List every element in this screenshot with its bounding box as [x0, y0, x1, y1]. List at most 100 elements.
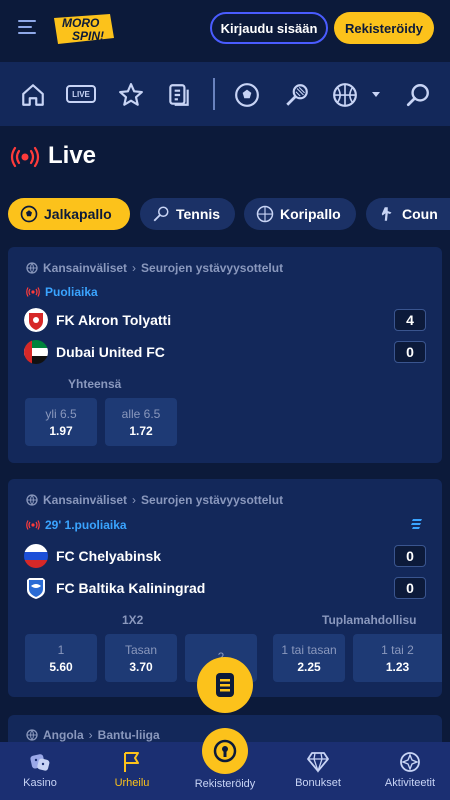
- odds-value: 1.97: [49, 423, 73, 438]
- away-team: FC Baltika Kaliningrad: [24, 576, 205, 600]
- tab-counter-strike[interactable]: Coun: [366, 198, 450, 230]
- nav-label: Aktiviteetit: [384, 777, 436, 789]
- breadcrumb: Kansainväliset › Seurojen ystävyysottelu…: [26, 493, 283, 507]
- search-icon[interactable]: [405, 82, 431, 108]
- breadcrumb: Kansainväliset › Seurojen ystävyysottelu…: [26, 261, 283, 275]
- nav-label: Urheilu: [114, 777, 150, 789]
- score-box: 0: [394, 341, 426, 363]
- home-icon[interactable]: [20, 82, 46, 108]
- live-nav-badge[interactable]: LIVE: [66, 85, 96, 103]
- odds-button[interactable]: alle 6.5 1.72: [105, 398, 177, 446]
- nav-item-casino[interactable]: Kasino: [0, 742, 80, 800]
- logo-text-1: MORO: [62, 16, 100, 30]
- breadcrumb-separator: ›: [132, 261, 137, 275]
- register-button[interactable]: Rekisteröidy: [334, 12, 434, 44]
- team-name: FK Akron Tolyatti: [56, 312, 172, 328]
- stats-icon[interactable]: [410, 517, 424, 531]
- login-button[interactable]: Kirjaudu sisään: [210, 12, 328, 44]
- status-text: Puoliaika: [45, 285, 98, 299]
- market-label: Tuplamahdollisu: [322, 613, 417, 627]
- odds-button[interactable]: 1 tai tasan 2.25: [273, 634, 345, 682]
- league-label: Seurojen ystävyysottelut: [141, 261, 284, 275]
- home-team: FK Akron Tolyatti: [24, 308, 171, 332]
- logo[interactable]: MORO SPIN!: [50, 12, 116, 46]
- globe-icon: [26, 494, 38, 506]
- chevron-down-icon[interactable]: [371, 91, 381, 99]
- tab-label: Tennis: [176, 206, 221, 222]
- team-crest-icon: [27, 578, 45, 599]
- live-broadcast-icon: [26, 520, 40, 530]
- market-label: Yhteensä: [68, 377, 122, 391]
- logo-graphic: MORO SPIN!: [54, 14, 114, 44]
- football-icon: [20, 205, 38, 223]
- nav-label: Rekisteröidy: [194, 778, 256, 790]
- football-icon[interactable]: [234, 82, 260, 108]
- tab-basketball[interactable]: Koripallo: [244, 198, 356, 230]
- uae-flag-icon: [24, 340, 48, 364]
- team-name: FC Chelyabinsk: [56, 548, 162, 564]
- tab-label: Jalkapallo: [44, 206, 112, 222]
- team-crest-icon: [24, 308, 48, 332]
- region-label: Kansainväliset: [43, 493, 128, 507]
- breadcrumb-separator: ›: [132, 493, 137, 507]
- russia-flag-icon: [24, 544, 48, 568]
- betslip-float-button[interactable]: [197, 657, 253, 713]
- odds-label: 1 tai tasan: [281, 642, 337, 657]
- register-circle: [202, 728, 248, 774]
- betslip-icon[interactable]: [166, 82, 192, 108]
- tab-football[interactable]: Jalkapallo: [8, 198, 130, 230]
- globe-icon: [26, 262, 38, 274]
- match-card[interactable]: Kansainväliset › Seurojen ystävyysottelu…: [8, 247, 442, 463]
- odds-value: 3.70: [129, 659, 153, 674]
- nav-label: Kasino: [23, 777, 57, 789]
- tab-label: Coun: [402, 206, 438, 222]
- activity-icon: [400, 752, 420, 772]
- globe-icon: [26, 729, 38, 741]
- tab-tennis[interactable]: Tennis: [140, 198, 235, 230]
- top-header: MORO SPIN! Kirjaudu sisään Rekisteröidy: [0, 0, 450, 62]
- nav-item-sports[interactable]: Urheilu: [92, 742, 172, 800]
- odds-button[interactable]: 1 5.60: [25, 634, 97, 682]
- odds-label: yli 6.5: [45, 406, 77, 421]
- page-title: Live: [48, 142, 97, 169]
- flag-icon: [124, 752, 139, 772]
- odds-value: 1.72: [129, 423, 153, 438]
- status-text: 29' 1.puoliaika: [45, 518, 127, 532]
- tennis-icon: [153, 206, 169, 222]
- tab-label: Koripallo: [280, 206, 341, 222]
- basketball-icon[interactable]: [332, 82, 358, 108]
- live-broadcast-icon: [10, 146, 40, 168]
- market-label: 1X2: [122, 613, 144, 627]
- match-status: Puoliaika: [26, 285, 98, 299]
- betslip-icon: [216, 673, 234, 697]
- nav-item-register[interactable]: Rekisteröidy: [185, 728, 265, 800]
- region-label: Kansainväliset: [43, 261, 128, 275]
- score-box: 0: [394, 545, 426, 567]
- odds-button[interactable]: yli 6.5 1.97: [25, 398, 97, 446]
- basketball-icon: [256, 205, 274, 223]
- tennis-icon[interactable]: [284, 82, 310, 108]
- esports-icon: [381, 207, 392, 221]
- score-box: 4: [394, 309, 426, 331]
- odds-button[interactable]: 1 tai 2 1.23: [353, 634, 442, 682]
- logo-text-2: SPIN!: [72, 29, 104, 43]
- region-label: Angola: [43, 728, 84, 742]
- odds-value: 2.25: [297, 659, 321, 674]
- menu-icon[interactable]: [18, 20, 38, 36]
- odds-button[interactable]: Tasan 3.70: [105, 634, 177, 682]
- league-label: Seurojen ystävyysottelut: [141, 493, 284, 507]
- star-icon[interactable]: [118, 82, 144, 108]
- nav-divider: [213, 78, 215, 110]
- odds-label: 1 tai 2: [381, 642, 414, 657]
- league-label: Bantu-liiga: [97, 728, 160, 742]
- odds-label: alle 6.5: [121, 406, 161, 421]
- odds-label: 1: [57, 642, 65, 657]
- dice-icon: [30, 754, 50, 771]
- team-name: FC Baltika Kaliningrad: [56, 580, 206, 596]
- match-status: 29' 1.puoliaika: [26, 518, 127, 532]
- odds-value: 5.60: [49, 659, 73, 674]
- live-broadcast-icon: [26, 287, 40, 297]
- nav-item-bonuses[interactable]: Bonukset: [278, 742, 358, 800]
- home-team: FC Chelyabinsk: [24, 544, 161, 568]
- nav-item-activities[interactable]: Aktiviteetit: [370, 742, 450, 800]
